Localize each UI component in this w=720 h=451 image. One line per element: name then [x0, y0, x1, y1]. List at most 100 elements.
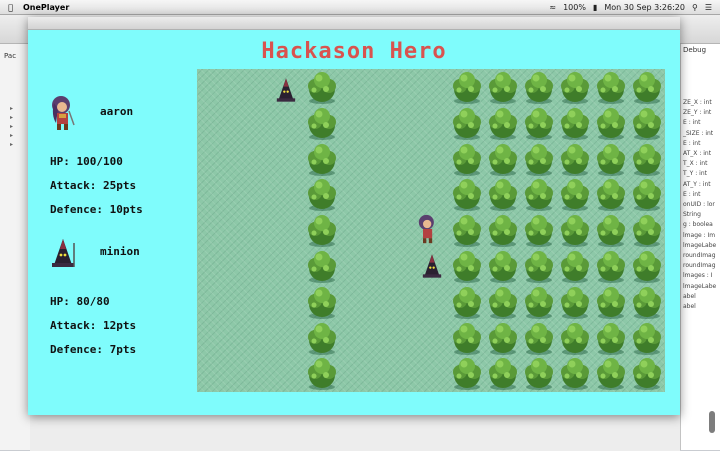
tree-tile — [525, 286, 553, 319]
tree-tile — [597, 107, 625, 140]
outline-item[interactable]: onUID : lor — [683, 200, 716, 210]
tree-tile — [489, 72, 517, 104]
tree-tile — [633, 107, 661, 140]
tree-tile — [597, 286, 625, 319]
clock[interactable]: Mon 30 Sep 3:26:20 — [604, 3, 685, 12]
enemy-defence-label: Defence: — [50, 343, 103, 356]
outline-item[interactable]: lmage : Im — [683, 231, 716, 241]
minion-map-icon[interactable] — [417, 251, 447, 281]
hero-hp-label: HP: — [50, 155, 70, 168]
tree-tile — [453, 358, 481, 391]
hero-defence-label: Defence: — [50, 203, 103, 216]
outline-item[interactable]: T_X : int — [683, 159, 716, 169]
tree-tile — [525, 322, 553, 355]
outline-item[interactable]: E : int — [683, 118, 716, 128]
game-title: Hackason Hero — [261, 39, 447, 64]
outline-item[interactable]: T_Y : int — [683, 169, 716, 179]
tree-tile — [308, 72, 336, 104]
outline-item[interactable]: lmages : I — [683, 271, 716, 281]
tree-tile — [597, 322, 625, 355]
tree-tile — [525, 215, 553, 248]
enemy-hp-value: 80/80 — [76, 295, 110, 308]
outline-item[interactable]: E : int — [683, 190, 716, 200]
tree-tile — [561, 179, 589, 212]
outline-item[interactable]: ZE_X : int — [683, 98, 716, 108]
package-explorer: Pac ▸ ▸ ▸ ▸ ▸ — [0, 44, 31, 450]
tree-tile — [453, 72, 481, 104]
battery-icon[interactable]: ▮ — [593, 3, 597, 12]
tree-tile — [597, 215, 625, 248]
tree-tile — [308, 143, 336, 176]
hero-attack-label: Attack: — [50, 179, 97, 192]
search-icon[interactable]: ⚲ — [692, 3, 698, 12]
tree-tile — [525, 179, 553, 212]
tree-tile — [453, 179, 481, 212]
tree-tile — [453, 107, 481, 140]
hero-hp-value: 100/100 — [76, 155, 123, 168]
tree-tile — [561, 286, 589, 319]
tree-tile — [597, 179, 625, 212]
tree-tile — [525, 251, 553, 283]
package-explorer-tab[interactable]: Pac — [4, 52, 16, 60]
hero-sprite-icon — [52, 96, 75, 130]
tree-tile — [489, 215, 517, 248]
hero-hp-row: HP: 100/100 — [50, 155, 123, 168]
enemy-defence-value: 7pts — [109, 343, 137, 356]
minion-map-icon[interactable] — [271, 75, 301, 105]
battery-label[interactable]: 100% — [563, 3, 586, 12]
outline-item[interactable]: ZE_Y : int — [683, 108, 716, 118]
tree-tile — [597, 358, 625, 391]
outline-item[interactable]: AT_X : int — [683, 149, 716, 159]
tree-tile — [597, 251, 625, 283]
enemy-attack-value: 12pts — [102, 319, 137, 332]
enemy-name: minion — [100, 245, 140, 258]
tree-tile — [489, 179, 517, 212]
outline-item[interactable]: String — [683, 210, 716, 220]
hero-name: aaron — [100, 105, 134, 118]
wifi-icon[interactable]: ≈ — [549, 3, 556, 12]
tree-tile — [453, 322, 481, 355]
stats-panel: aaron HP: 100/100 Attack: 25pts Defence:… — [28, 87, 196, 417]
tree-tile — [525, 143, 553, 176]
hero-map-icon[interactable] — [413, 214, 443, 244]
tree-tile — [308, 107, 336, 140]
outline-item[interactable]: abel — [683, 292, 716, 302]
tree-tile — [561, 215, 589, 248]
outline-item[interactable]: E : int — [683, 139, 716, 149]
game-window-titlebar[interactable] — [28, 17, 680, 30]
outline-item[interactable]: g : boolea — [683, 220, 716, 230]
tree-tile — [633, 358, 661, 391]
tree-tile — [453, 143, 481, 176]
mac-menubar:  OnePlayer ≈ 100% ▮ Mon 30 Sep 3:26:20 … — [0, 0, 720, 15]
tree-tile — [525, 107, 553, 140]
tree-tile — [489, 107, 517, 140]
tree-tile — [308, 322, 336, 355]
apple-icon[interactable]:  — [6, 3, 15, 12]
outline-item[interactable]: abel — [683, 302, 716, 312]
app-menu-name[interactable]: OnePlayer — [23, 3, 69, 12]
tree-tile — [308, 358, 336, 391]
debug-tab[interactable]: Debug — [683, 46, 706, 54]
outline-item[interactable]: roundImag — [683, 261, 716, 271]
scrollbar-thumb[interactable] — [709, 411, 715, 433]
tree-tile — [633, 251, 661, 283]
game-window: Hackason Hero aaron HP: 100/100 Attack: … — [28, 17, 680, 415]
game-map[interactable] — [197, 69, 665, 392]
outline-item[interactable]: _SIZE : int — [683, 129, 716, 139]
outline-item[interactable]: lmageLabe — [683, 241, 716, 251]
tree-tile — [633, 215, 661, 248]
enemy-attack-label: Attack: — [50, 319, 97, 332]
tree-tile — [633, 322, 661, 355]
tree-tile — [489, 322, 517, 355]
tree-tile — [308, 251, 336, 283]
outline-item[interactable]: lmageLabe — [683, 282, 716, 292]
tree-tile — [561, 358, 589, 391]
tree-tile — [633, 72, 661, 104]
enemy-hp-row: HP: 80/80 — [50, 295, 110, 308]
tree-tile — [633, 143, 661, 176]
outline-item[interactable]: AT_Y : int — [683, 180, 716, 190]
tree-tile — [561, 322, 589, 355]
enemy-hp-label: HP: — [50, 295, 70, 308]
outline-item[interactable]: roundImag — [683, 251, 716, 261]
list-icon[interactable]: ☰ — [705, 3, 712, 12]
